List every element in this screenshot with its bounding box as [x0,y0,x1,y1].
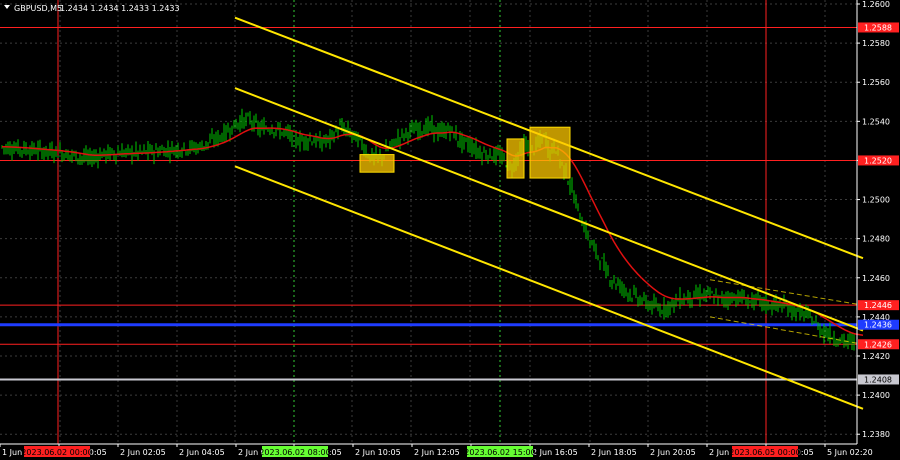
price-tick-label: 1.2460 [862,274,890,283]
time-tick-label: 2 Jun 04:05 [179,448,225,457]
time-tick-label: 2 Jun 18:05 [591,448,637,457]
chart-header: GBPUSD,M5 1.2434 1.2434 1.2433 1.2433 [4,4,180,13]
price-tick-label: 1.2560 [862,78,890,87]
price-tick-label: 1.2540 [862,117,890,126]
signal-box [529,126,571,179]
price-tick-label: 1.2420 [862,352,890,361]
price-tick-label: 1.2580 [862,39,890,48]
symbol-label: GBPUSD,M5 [14,4,62,13]
signal-box [506,138,525,179]
price-tick-label: 1.2480 [862,235,890,244]
level-label: 1.2408 [864,375,892,384]
signal-box [359,154,395,173]
level-label: 1.2520 [864,156,892,165]
chart-background [0,0,900,460]
ohlc-values: 1.2434 1.2434 1.2433 1.2433 [60,4,180,13]
level-label: 1.2436 [864,321,892,330]
time-tick-label: 2 Jun 10:05 [355,448,401,457]
level-label: 1.2426 [864,340,892,349]
time-highlight-label: 2023.06.02 00:00 [21,448,92,457]
time-tick-label: 5 Jun 02:20 [827,448,873,457]
time-highlight-label: 2023.06.05 00:00 [729,448,800,457]
time-tick-label: 2 Jun 16:05 [532,448,578,457]
price-tick-label: 1.2600 [862,0,890,9]
price-tick-label: 1.2500 [862,196,890,205]
price-tick-label: 1.2400 [862,391,890,400]
time-tick-label: 2 Jun 12:05 [414,448,460,457]
price-chart[interactable]: 1.2600 1.2580 1.2560 1.2540 1.2520 1.2500 1.24… [0,0,900,460]
time-tick-label: 2 Jun 02:05 [120,448,166,457]
time-highlight-label: 2023.06.02 15:00 [464,448,535,457]
level-label: 1.2446 [864,301,892,310]
price-tick-label: 1.2380 [862,430,890,439]
level-label: 1.2588 [864,23,892,32]
time-tick-label: 2 Jun 20:05 [650,448,696,457]
time-highlight-label: 2023.06.02 08:00 [259,448,330,457]
